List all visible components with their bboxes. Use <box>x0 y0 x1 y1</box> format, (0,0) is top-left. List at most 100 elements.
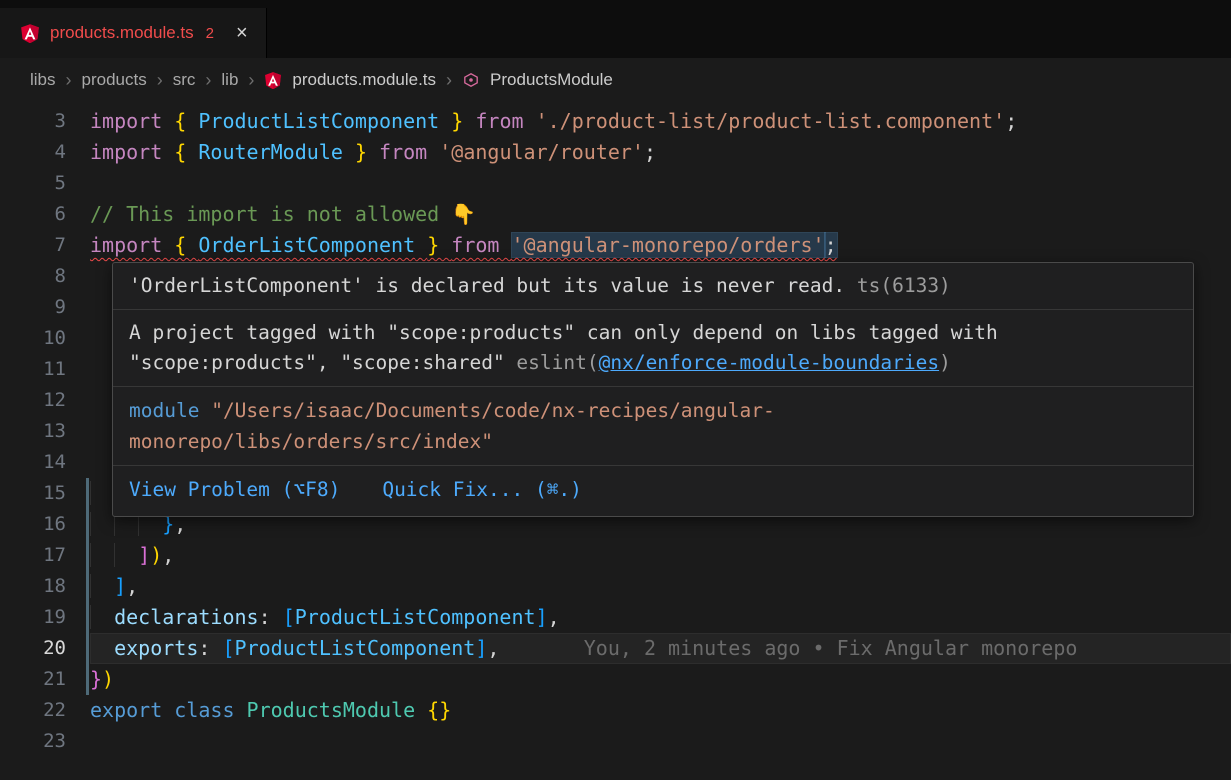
line-number: 14 <box>0 447 66 478</box>
code-token <box>439 109 451 133</box>
ts-diagnostic-message: 'OrderListComponent' is declared but its… <box>129 274 845 297</box>
hover-status-bar: View Problem (⌥F8) Quick Fix... (⌘.) <box>113 466 1193 516</box>
line-number: 15 <box>0 478 66 509</box>
tab-title: products.module.ts <box>50 23 194 43</box>
code-token: ; <box>825 233 837 257</box>
line-number: 21 <box>0 664 66 695</box>
line-number: 19 <box>0 602 66 633</box>
module-code-line: monorepo/libs/orders/src/index" <box>129 426 1177 457</box>
breadcrumb-item-src[interactable]: src <box>173 70 196 90</box>
code-token: : <box>259 605 283 629</box>
code-token <box>343 140 355 164</box>
code-line-7[interactable]: import { OrderListComponent } from '@ang… <box>90 230 1231 261</box>
code-token: { <box>174 109 198 133</box>
line-number: 3 <box>0 106 66 137</box>
code-line-22[interactable]: export class ProductsModule {} <box>90 695 1231 726</box>
module-code-line: module "/Users/isaac/Documents/code/nx-r… <box>129 395 1177 426</box>
code-token: from <box>475 109 535 133</box>
code-token: ; <box>1005 109 1017 133</box>
breadcrumb-item-lib[interactable]: lib <box>221 70 238 90</box>
code-token: { <box>174 140 198 164</box>
tab-products-module-ts[interactable]: products.module.ts 2 × <box>0 8 267 58</box>
quick-fix-action[interactable]: Quick Fix... (⌘.) <box>382 475 582 505</box>
line-number: 6 <box>0 199 66 230</box>
code-token: { <box>174 233 198 257</box>
code-token: ProductsModule <box>247 698 416 722</box>
code-token: import <box>90 140 174 164</box>
line-number: 8 <box>0 261 66 292</box>
code-token: ProductListComponent <box>198 109 439 133</box>
indent-whitespace <box>90 605 114 629</box>
code-token: } <box>90 667 102 691</box>
line-number: 11 <box>0 354 66 385</box>
code-line-17[interactable]: ]), <box>90 540 1231 571</box>
code-line-3[interactable]: import { ProductListComponent } from './… <box>90 106 1231 137</box>
line-number: 9 <box>0 292 66 323</box>
code-line-5[interactable] <box>90 168 1231 199</box>
breadcrumb-item-libs[interactable]: libs <box>30 70 56 90</box>
code-line-18[interactable]: ], <box>90 571 1231 602</box>
code-token: declarations <box>114 605 259 629</box>
line-number: 10 <box>0 323 66 354</box>
code-line-21[interactable]: }) <box>90 664 1231 695</box>
code-token: [ <box>283 605 295 629</box>
view-problem-action[interactable]: View Problem (⌥F8) <box>129 475 340 505</box>
breadcrumb-item-products[interactable]: products <box>82 70 147 90</box>
code-token: , <box>548 605 560 629</box>
line-number: 4 <box>0 137 66 168</box>
code-token: ) <box>150 543 162 567</box>
line-number: 12 <box>0 385 66 416</box>
code-token <box>415 698 427 722</box>
close-tab-icon[interactable]: × <box>236 23 248 43</box>
breadcrumb-separator: › <box>248 70 254 91</box>
code-token <box>199 399 211 422</box>
indent-whitespace <box>90 574 114 598</box>
code-token: import <box>90 109 174 133</box>
ts-diagnostic-code: ts(6133) <box>857 274 951 297</box>
line-number: 16 <box>0 509 66 540</box>
code-token: // This import is not allowed 👇 <box>90 202 476 226</box>
breadcrumb-item-file[interactable]: products.module.ts <box>292 70 436 90</box>
code-token: } <box>355 140 379 164</box>
breadcrumb-item-symbol[interactable]: ProductsModule <box>490 70 613 90</box>
tab-bar: products.module.ts 2 × <box>0 0 1231 58</box>
code-token: ) <box>102 667 114 691</box>
code-token: RouterModule <box>198 140 343 164</box>
code-line-6[interactable]: // This import is not allowed 👇 <box>90 199 1231 230</box>
git-blame-annotation: You, 2 minutes ago • Fix Angular monorep… <box>584 636 1078 660</box>
line-number: 20 <box>0 633 66 664</box>
line-number: 17 <box>0 540 66 571</box>
indent-whitespace <box>90 636 114 660</box>
code-token: './product-list/product-list.component' <box>536 109 1006 133</box>
line-number: 22 <box>0 695 66 726</box>
ts-diagnostic: 'OrderListComponent' is declared but its… <box>113 263 1193 310</box>
angular-icon <box>264 71 282 89</box>
code-line-20[interactable]: exports: [ProductListComponent],You, 2 m… <box>90 633 1231 664</box>
breadcrumb-separator: › <box>66 70 72 91</box>
breadcrumb-separator: › <box>205 70 211 91</box>
modified-lines-indicator <box>86 478 89 695</box>
code-line-4[interactable]: import { RouterModule } from '@angular/r… <box>90 137 1231 168</box>
breadcrumb: libs › products › src › lib › products.m… <box>0 58 1231 102</box>
code-token: , <box>487 636 499 660</box>
gutter: 34567891011121314151617181920212223 <box>0 106 90 780</box>
module-path-code: module "/Users/isaac/Documents/code/nx-r… <box>113 387 1193 466</box>
code-token: import <box>90 233 174 257</box>
module-symbol-icon <box>462 71 480 89</box>
code-line-23[interactable] <box>90 726 1231 757</box>
code-token: '@angular-monorepo/orders' <box>512 233 825 257</box>
code-token: } <box>451 109 475 133</box>
code-token: class <box>174 698 246 722</box>
code-token: ] <box>138 543 150 567</box>
code-line-19[interactable]: declarations: [ProductListComponent], <box>90 602 1231 633</box>
line-number: 23 <box>0 726 66 757</box>
code-token: } <box>427 233 451 257</box>
vscode-window: products.module.ts 2 × libs › products ›… <box>0 0 1231 780</box>
eslint-rule-link[interactable]: @nx/enforce-module-boundaries <box>599 351 939 374</box>
code-token: monorepo/libs/orders/src/index" <box>129 430 493 453</box>
code-token: {} <box>427 698 451 722</box>
indent-whitespace <box>90 543 138 567</box>
editor: 34567891011121314151617181920212223 impo… <box>0 102 1231 780</box>
code-token: ProductListComponent <box>295 605 536 629</box>
breadcrumb-separator: › <box>446 70 452 91</box>
